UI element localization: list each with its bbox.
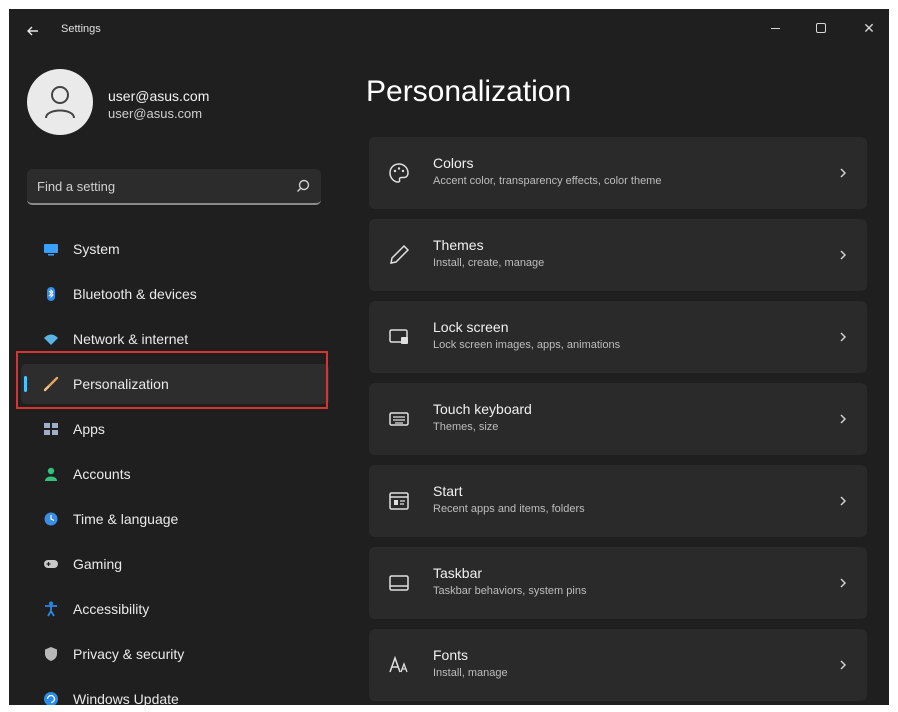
accessibility-icon: [43, 601, 59, 617]
palette-icon: [387, 161, 411, 185]
gamepad-icon: [43, 556, 59, 572]
page-title: Personalization: [366, 75, 572, 108]
active-indicator: [24, 376, 27, 392]
back-arrow-icon[interactable]: [23, 21, 43, 41]
display-icon: [43, 241, 59, 257]
card-title: Fonts: [433, 647, 469, 663]
sidebar-item-label: Accessibility: [73, 601, 150, 617]
sidebar-item-privacy[interactable]: Privacy & security: [21, 634, 329, 674]
card-subtitle: Recent apps and items, folders: [433, 503, 585, 515]
chevron-right-icon: [837, 573, 849, 593]
shield-icon: [43, 646, 59, 662]
card-subtitle: Install, manage: [433, 667, 508, 679]
sidebar-item-label: Privacy & security: [73, 646, 185, 662]
keyboard-icon: [387, 407, 411, 431]
sidebar-item-windows-update[interactable]: Windows Update: [21, 679, 329, 705]
sidebar-item-system[interactable]: System: [21, 229, 329, 269]
sidebar-item-accessibility[interactable]: Accessibility: [21, 589, 329, 629]
sidebar-item-network[interactable]: Network & internet: [21, 319, 329, 359]
search-input[interactable]: Find a setting: [27, 169, 321, 205]
card-title: Colors: [433, 155, 474, 171]
close-button[interactable]: ✕: [851, 15, 887, 41]
sidebar-item-label: System: [73, 241, 120, 257]
chevron-right-icon: [837, 163, 849, 183]
sidebar-item-gaming[interactable]: Gaming: [21, 544, 329, 584]
card-title: Touch keyboard: [433, 401, 532, 417]
brush-icon: [43, 376, 59, 392]
lock-screen-icon: [387, 325, 411, 349]
user-email: user@asus.com: [108, 106, 203, 121]
sidebar-item-label: Time & language: [73, 511, 179, 527]
minimize-icon: [770, 27, 780, 29]
sidebar-item-apps[interactable]: Apps: [21, 409, 329, 449]
update-icon: [43, 691, 59, 705]
taskbar-icon: [387, 571, 411, 595]
card-title: Start: [433, 483, 463, 499]
sidebar-item-personalization[interactable]: Personalization: [21, 364, 329, 404]
person-icon: [43, 466, 59, 482]
sidebar-item-label: Network & internet: [73, 331, 189, 347]
fonts-icon: [387, 653, 411, 677]
chevron-right-icon: [837, 409, 849, 429]
globe-clock-icon: [43, 511, 59, 527]
maximize-icon: [816, 23, 826, 33]
chevron-right-icon: [837, 327, 849, 347]
chevron-right-icon: [837, 245, 849, 265]
card-taskbar[interactable]: Taskbar Taskbar behaviors, system pins: [369, 547, 867, 619]
card-subtitle: Accent color, transparency effects, colo…: [433, 175, 662, 187]
apps-icon: [43, 421, 59, 437]
pen-icon: [387, 243, 411, 267]
card-start[interactable]: Start Recent apps and items, folders: [369, 465, 867, 537]
user-name: user@asus.com: [108, 88, 210, 104]
search-icon[interactable]: [295, 178, 311, 194]
person-avatar-icon: [45, 86, 75, 119]
card-subtitle: Themes, size: [433, 421, 499, 433]
card-colors[interactable]: Colors Accent color, transparency effect…: [369, 137, 867, 209]
card-fonts[interactable]: Fonts Install, manage: [369, 629, 867, 701]
wifi-icon: [43, 331, 59, 347]
title-bar: Settings ✕: [9, 9, 889, 53]
sidebar-item-label: Bluetooth & devices: [73, 286, 197, 302]
card-lock-screen[interactable]: Lock screen Lock screen images, apps, an…: [369, 301, 867, 373]
card-subtitle: Install, create, manage: [433, 257, 545, 269]
start-icon: [387, 489, 411, 513]
sidebar-item-time-language[interactable]: Time & language: [21, 499, 329, 539]
settings-window: Settings ✕ user@asus.com user@asus.com F…: [9, 9, 889, 705]
bluetooth-icon: [43, 286, 59, 302]
avatar[interactable]: [27, 69, 93, 135]
chevron-right-icon: [837, 491, 849, 511]
search-placeholder: Find a setting: [37, 179, 116, 194]
sidebar-item-label: Personalization: [73, 376, 169, 392]
maximize-button[interactable]: [803, 15, 839, 41]
card-touch-keyboard[interactable]: Touch keyboard Themes, size: [369, 383, 867, 455]
card-title: Taskbar: [433, 565, 483, 581]
sidebar-item-label: Accounts: [73, 466, 131, 482]
sidebar-item-accounts[interactable]: Accounts: [21, 454, 329, 494]
card-subtitle: Lock screen images, apps, animations: [433, 339, 621, 351]
close-icon: ✕: [863, 20, 875, 36]
chevron-right-icon: [837, 655, 849, 675]
card-themes[interactable]: Themes Install, create, manage: [369, 219, 867, 291]
sidebar-item-label: Apps: [73, 421, 105, 437]
card-subtitle: Taskbar behaviors, system pins: [433, 585, 587, 597]
card-title: Lock screen: [433, 319, 509, 335]
sidebar-item-label: Gaming: [73, 556, 123, 572]
app-title: Settings: [61, 23, 101, 35]
sidebar-item-bluetooth[interactable]: Bluetooth & devices: [21, 274, 329, 314]
minimize-button[interactable]: [757, 15, 793, 41]
sidebar-item-label: Windows Update: [73, 691, 179, 705]
card-title: Themes: [433, 237, 484, 253]
